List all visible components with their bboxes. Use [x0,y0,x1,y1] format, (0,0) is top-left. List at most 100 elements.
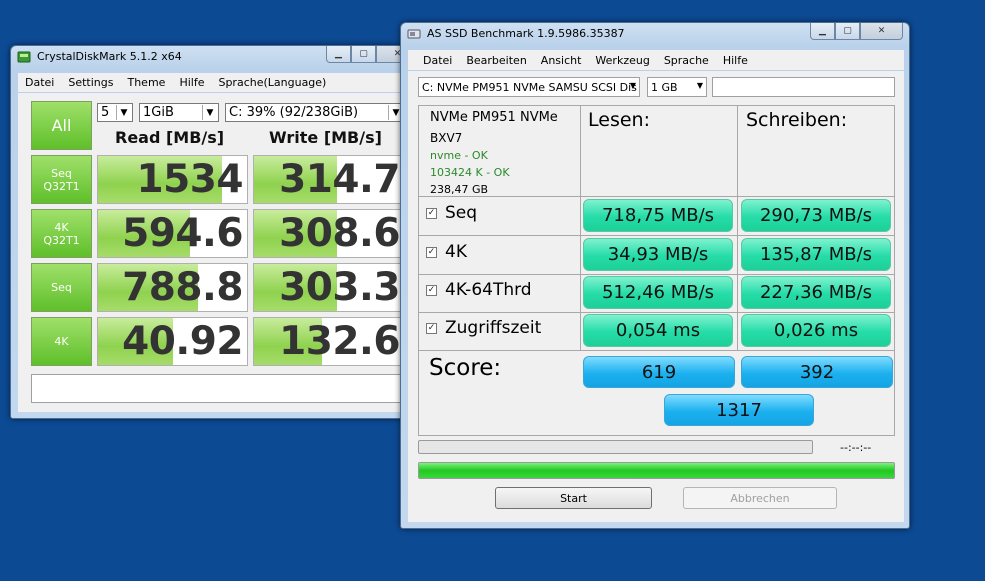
chevron-down-icon: ▼ [629,81,636,90]
test-4k-checkbox[interactable]: ✓ 4K [426,242,467,262]
score-read: 619 [583,356,735,388]
crystaldiskmark-window[interactable]: CrystalDiskMark 5.1.2 x64 ▁ ▢ ✕ Datei Se… [10,45,426,419]
write-result-4k-q32t1: 308.6 [253,209,405,258]
minimize-icon: ▁ [819,26,826,36]
extra-field[interactable] [712,77,895,97]
alignment-status: 103424 K - OK [430,166,510,179]
as-ssd-window[interactable]: AS SSD Benchmark 1.9.5986.35387 ▁ ▢ ✕ Da… [400,22,910,529]
size-value: 1GiB [143,105,174,120]
row-label-line2: Q32T1 [43,179,80,193]
minimize-button[interactable]: ▁ [326,46,351,63]
test-4k-64thrd-checkbox[interactable]: ✓ 4K-64Thrd [426,280,532,300]
size-select[interactable]: 1 GB ▼ [647,77,707,97]
write-result-access-time: 0,026 ms [741,314,891,347]
as-menu-datei[interactable]: Datei [408,54,459,67]
read-result-4k-q32t1: 594.6 [97,209,248,258]
comment-field[interactable] [31,374,405,403]
write-value: 314.7 [279,157,400,202]
test-seq-button[interactable]: Seq [31,263,92,312]
maximize-icon: ▢ [359,49,368,59]
write-result-4k-64thrd: 227,36 MB/s [741,276,891,309]
chevron-down-icon: ▼ [202,105,217,120]
test-seq-checkbox[interactable]: ✓ Seq [426,203,477,223]
size-select[interactable]: 1GiB ▼ [139,103,219,122]
drive-select[interactable]: C: 39% (92/238GiB) ▼ [225,103,405,122]
maximize-button[interactable]: ▢ [835,23,860,40]
drive-firmware: BXV7 [430,131,463,145]
progress-fill [419,463,894,478]
timer-display: --:--:-- [840,441,872,454]
score-total: 1317 [664,394,814,426]
write-result-4k: 135,87 MB/s [741,238,891,271]
checkbox-checked-icon: ✓ [426,284,437,296]
read-value: 788.8 [122,265,243,310]
as-menu-sprache[interactable]: Sprache [657,54,716,67]
read-result-4k: 34,93 MB/s [583,238,733,271]
as-menu-bearbeiten[interactable]: Bearbeiten [459,54,533,67]
cancel-button[interactable]: Abbrechen [683,487,837,509]
minimize-icon: ▁ [335,49,342,59]
start-button[interactable]: Start [495,487,652,509]
cdm-menu-language[interactable]: Sprache(Language) [211,76,333,89]
write-header: Schreiben: [746,109,848,131]
checkbox-checked-icon: ✓ [426,246,437,258]
test-4k-q32t1-button[interactable]: 4K Q32T1 [31,209,92,258]
cdm-menu-settings[interactable]: Settings [61,76,120,89]
size-select-value: 1 GB [651,81,678,94]
write-result-seq: 303.3 [253,263,405,312]
test-seq-q32t1-button[interactable]: Seq Q32T1 [31,155,92,204]
cdm-titlebar[interactable]: CrystalDiskMark 5.1.2 x64 ▁ ▢ ✕ [11,46,425,68]
test-access-time-checkbox[interactable]: ✓ Zugriffszeit [426,318,541,338]
as-menu-werkzeug[interactable]: Werkzeug [588,54,656,67]
checkbox-checked-icon: ✓ [426,322,437,334]
row-label-line1: 4K [54,220,69,234]
as-menu-hilfe[interactable]: Hilfe [716,54,755,67]
divider [418,235,895,236]
read-result-seq-q32t1: 1534 [97,155,248,204]
close-icon: ✕ [877,26,886,36]
as-titlebar[interactable]: AS SSD Benchmark 1.9.5986.35387 ▁ ▢ ✕ [401,23,909,45]
drive-model: NVMe PM951 NVMe [430,110,558,125]
chevron-down-icon: ▼ [696,81,703,90]
score-write: 392 [741,356,893,388]
read-header: Read [MB/s] [115,128,225,147]
maximize-button[interactable]: ▢ [351,46,376,63]
as-client: C: NVMe PM951 NVMe SAMSU SCSI Dis ▼ 1 GB… [408,71,904,522]
write-value: 308.6 [279,211,400,256]
write-value: 303.3 [279,265,400,310]
cdm-menu-hilfe[interactable]: Hilfe [172,76,211,89]
read-result-seq: 718,75 MB/s [583,199,733,232]
test-label: 4K [445,242,467,262]
as-menu-ansicht[interactable]: Ansicht [534,54,589,67]
drive-capacity: 238,47 GB [430,183,489,196]
driver-status: nvme - OK [430,149,488,162]
cdm-menu-datei[interactable]: Datei [18,76,61,89]
test-4k-button[interactable]: 4K [31,317,92,366]
test-label: 4K-64Thrd [445,280,532,300]
row-label-line2: Q32T1 [43,233,80,247]
close-button[interactable]: ✕ [860,23,903,40]
write-result-4k: 132.6 [253,317,405,366]
read-result-4k: 40.92 [97,317,248,366]
minimize-button[interactable]: ▁ [810,23,835,40]
cdm-client: All 5 ▼ 1GiB ▼ C: 39% (92/238GiB) ▼ Read… [18,93,418,412]
test-label: Zugriffszeit [445,318,542,338]
cdm-app-icon [17,50,31,64]
as-app-icon [407,27,421,41]
all-button[interactable]: All [31,101,92,150]
divider [737,105,738,350]
maximize-icon: ▢ [843,26,852,36]
count-select[interactable]: 5 ▼ [97,103,133,122]
write-header: Write [MB/s] [269,128,382,147]
divider [418,312,895,313]
read-value: 1534 [136,157,243,202]
cdm-menu-theme[interactable]: Theme [120,76,172,89]
divider [418,274,895,275]
divider [418,350,895,351]
row-label-line1: Seq [51,166,72,180]
read-result-access-time: 0,054 ms [583,314,733,347]
drive-select[interactable]: C: NVMe PM951 NVMe SAMSU SCSI Dis ▼ [418,77,640,97]
row-label-line1: 4K [54,335,69,348]
count-value: 5 [101,105,110,120]
checkbox-checked-icon: ✓ [426,207,437,219]
